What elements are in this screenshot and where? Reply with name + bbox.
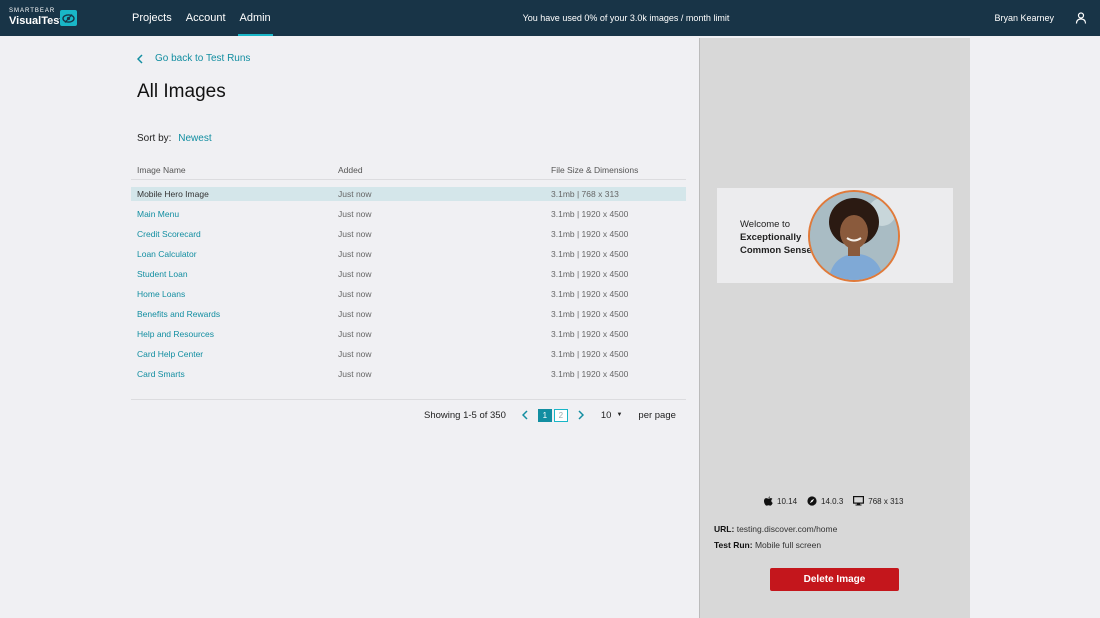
added-cell: Just now	[338, 229, 372, 239]
added-cell: Just now	[338, 369, 372, 379]
delete-image-button[interactable]: Delete Image	[770, 568, 899, 591]
table-row[interactable]: Main Menu Just now 3.1mb | 1920 x 4500	[131, 207, 686, 221]
file-size-cell: 3.1mb | 1920 x 4500	[551, 369, 629, 379]
page-title: All Images	[137, 81, 226, 102]
showing-count: Showing 1-5 of 350	[424, 409, 506, 421]
file-size-cell: 3.1mb | 1920 x 4500	[551, 349, 629, 359]
user-name[interactable]: Bryan Kearney	[994, 0, 1054, 36]
image-name-link[interactable]: Card Smarts	[131, 367, 338, 381]
added-cell: Just now	[338, 189, 372, 199]
pagination: Showing 1-5 of 350 1 2 10 ▼ per page	[424, 407, 676, 423]
file-size-cell: 3.1mb | 1920 x 4500	[551, 249, 629, 259]
monitor-icon	[853, 496, 865, 506]
preview-portrait-image	[808, 190, 900, 282]
url-detail: URL: testing.discover.com/home	[714, 524, 838, 534]
viewport-size: 768 x 313	[868, 496, 904, 506]
os-version: 10.14	[777, 496, 798, 506]
user-icon[interactable]	[1075, 12, 1087, 24]
table-header: Image Name Added File Size & Dimensions	[131, 160, 686, 180]
added-cell: Just now	[338, 269, 372, 279]
browser-version: 14.0.3	[821, 496, 844, 506]
added-cell: Just now	[338, 249, 372, 259]
safari-icon	[807, 496, 817, 506]
sort-label: Sort by:	[137, 133, 172, 144]
page-1-button[interactable]: 1	[537, 408, 552, 422]
added-cell: Just now	[338, 329, 372, 339]
table-row[interactable]: Loan Calculator Just now 3.1mb | 1920 x 45…	[131, 247, 686, 261]
table-row[interactable]: Credit Scorecard Just now 3.1mb | 1920 x 4…	[131, 227, 686, 241]
preview-line-3: Common Sense	[740, 245, 812, 256]
file-size-cell: 3.1mb | 1920 x 4500	[551, 309, 629, 319]
test-run-detail: Test Run: Mobile full screen	[714, 540, 822, 550]
table-row[interactable]: Mobile Hero Image Just now 3.1mb | 768 x 3…	[131, 187, 686, 201]
environment-info: 10.14 14.0.3 768 x 313	[764, 496, 913, 506]
table-row[interactable]: Card Smarts Just now 3.1mb | 1920 x 4500	[131, 367, 686, 381]
table-row[interactable]: Home Loans Just now 3.1mb | 1920 x 4500	[131, 287, 686, 301]
top-bar: SMARTBEAR VisualTest Projects Account Ad…	[0, 0, 1100, 36]
nav-admin[interactable]: Admin	[237, 0, 273, 36]
chevron-right-icon	[578, 410, 584, 420]
brand-logo[interactable]: SMARTBEAR VisualTest	[9, 8, 77, 27]
prev-page-button[interactable]	[520, 408, 530, 422]
preview-line-1: Welcome to	[740, 219, 790, 230]
eye-logo-icon	[60, 10, 77, 26]
nav-account[interactable]: Account	[186, 0, 226, 36]
table-row[interactable]: Help and Resources Just now 3.1mb | 1920 x…	[131, 327, 686, 341]
image-name-link[interactable]: Student Loan	[131, 267, 338, 281]
back-link-label: Go back to Test Runs	[155, 53, 251, 64]
file-size-cell: 3.1mb | 1920 x 4500	[551, 229, 629, 239]
per-page-label: per page	[638, 409, 676, 421]
test-run-value: Mobile full screen	[754, 540, 822, 550]
table-body: Mobile Hero Image Just now 3.1mb | 768 x 3…	[131, 187, 686, 381]
file-size-cell: 3.1mb | 768 x 313	[551, 189, 619, 199]
url-value[interactable]: testing.discover.com/home	[737, 524, 838, 534]
next-page-button[interactable]	[576, 408, 586, 422]
sort-control: Sort by: Newest	[137, 133, 212, 144]
file-size-cell: 3.1mb | 1920 x 4500	[551, 289, 629, 299]
image-name-link[interactable]: Loan Calculator	[131, 247, 338, 261]
added-cell: Just now	[338, 349, 372, 359]
test-run-label: Test Run	[714, 540, 750, 550]
main-nav: Projects Account Admin	[132, 0, 285, 36]
image-detail-panel: Welcome to Exceptionally Common Sense 10…	[699, 38, 970, 618]
url-label: URL	[714, 524, 732, 534]
file-size-cell: 3.1mb | 1920 x 4500	[551, 329, 629, 339]
back-link[interactable]: Go back to Test Runs	[137, 53, 250, 64]
file-size-cell: 3.1mb | 1920 x 4500	[551, 209, 629, 219]
table-row[interactable]: Student Loan Just now 3.1mb | 1920 x 4500	[131, 267, 686, 281]
caret-down-icon: ▼	[616, 412, 623, 418]
image-name-link[interactable]: Main Menu	[131, 207, 338, 221]
per-page-select[interactable]: 10 ▼	[601, 410, 623, 421]
image-name-link[interactable]: Credit Scorecard	[131, 227, 338, 241]
image-name-link[interactable]: Benefits and Rewards	[131, 307, 338, 321]
header-file-size[interactable]: File Size & Dimensions	[551, 160, 686, 179]
nav-projects[interactable]: Projects	[132, 0, 172, 36]
image-name-link[interactable]: Mobile Hero Image	[131, 187, 338, 201]
chevron-left-icon	[521, 410, 528, 420]
brand-big-text: VisualTest	[9, 15, 64, 27]
preview-headline: Welcome to Exceptionally Common Sense	[740, 218, 812, 257]
image-name-link[interactable]: Help and Resources	[131, 327, 338, 341]
sort-dropdown[interactable]: Newest	[178, 133, 211, 144]
table-divider	[131, 399, 686, 400]
brand-small-text: SMARTBEAR	[9, 8, 56, 14]
chevron-left-icon	[137, 53, 143, 64]
table-row[interactable]: Card Help Center Just now 3.1mb | 1920 x 4…	[131, 347, 686, 361]
per-page-value: 10	[600, 409, 612, 421]
page-2-button[interactable]: 2	[553, 408, 568, 422]
preview-line-2: Exceptionally	[740, 232, 802, 243]
table-row[interactable]: Benefits and Rewards Just now 3.1mb | 1920…	[131, 307, 686, 321]
added-cell: Just now	[338, 209, 372, 219]
image-preview[interactable]: Welcome to Exceptionally Common Sense	[717, 188, 953, 283]
images-table: Image Name Added File Size & Dimensions …	[131, 160, 686, 387]
header-added[interactable]: Added	[338, 160, 551, 179]
header-image-name[interactable]: Image Name	[131, 160, 338, 179]
added-cell: Just now	[338, 289, 372, 299]
image-name-link[interactable]: Home Loans	[131, 287, 338, 301]
image-name-link[interactable]: Card Help Center	[131, 347, 338, 361]
file-size-cell: 3.1mb | 1920 x 4500	[551, 269, 629, 279]
apple-icon	[764, 496, 773, 506]
added-cell: Just now	[338, 309, 372, 319]
